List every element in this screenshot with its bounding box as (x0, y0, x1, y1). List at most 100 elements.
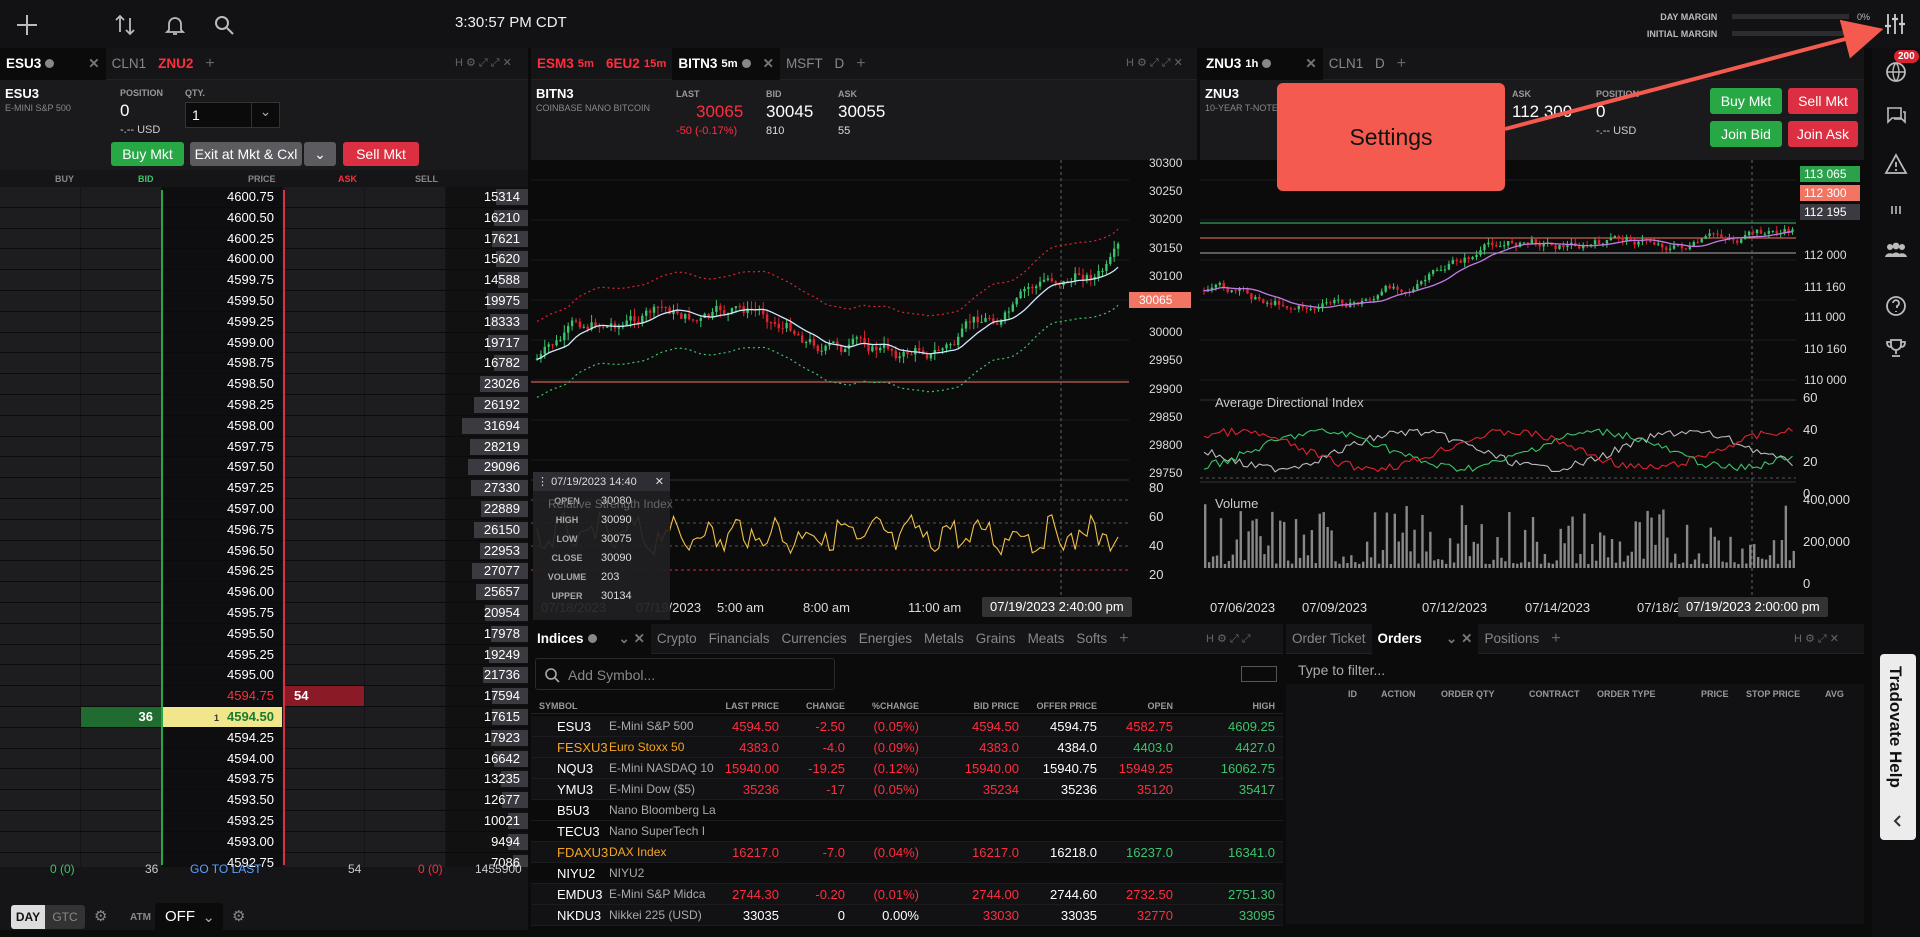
buy-cell[interactable] (0, 478, 80, 498)
ask-cell[interactable] (284, 187, 364, 207)
ask-cell[interactable] (284, 478, 364, 498)
sell-cell[interactable] (365, 561, 445, 582)
ask-cell[interactable] (284, 394, 364, 415)
ask-cell[interactable] (284, 498, 364, 519)
buy-cell[interactable] (0, 311, 80, 332)
tab-controls-icon[interactable]: ⌄ ✕ (619, 623, 645, 655)
sell-cell[interactable] (365, 290, 445, 311)
buy-cell[interactable] (0, 187, 80, 207)
bell-icon[interactable] (160, 10, 190, 40)
col-header[interactable]: OPEN (1147, 701, 1173, 711)
warning-icon[interactable] (1882, 150, 1910, 178)
tab-orders[interactable]: Orders ⌄ ✕ (1371, 622, 1479, 655)
chart2-sell-mkt-button[interactable]: Sell Mkt (1788, 88, 1858, 114)
ladder-row[interactable]: 4593.00 9494 (0, 831, 528, 853)
tab-esm3[interactable]: ESM3 5m (531, 48, 600, 80)
sell-cell[interactable] (365, 249, 445, 270)
sell-cell[interactable] (365, 665, 445, 686)
panel-controls-icon[interactable]: H ⚙ ⤢ ✕ (1794, 632, 1839, 646)
help-side-tab[interactable]: Tradovate Help (1880, 654, 1916, 840)
col-header[interactable]: CONTRACT (1529, 689, 1580, 699)
sell-cell[interactable] (365, 644, 445, 665)
ask-cell[interactable] (284, 332, 364, 353)
panel-controls-icon[interactable]: H ⚙ ⤢ ⤢ ✕ (455, 56, 512, 70)
ladder-row[interactable]: 4599.25 18333 (0, 311, 528, 333)
col-header[interactable]: BID PRICE (973, 701, 1019, 711)
buy-cell[interactable] (0, 644, 80, 665)
chevron-down-icon[interactable]: ⌄ (251, 103, 279, 127)
col-header[interactable]: OFFER PRICE (1036, 701, 1097, 711)
bid-cell[interactable] (81, 394, 161, 415)
tab-energies[interactable]: Energies (853, 624, 918, 654)
bid-cell[interactable] (81, 623, 161, 644)
ask-cell[interactable] (284, 270, 364, 290)
bid-cell[interactable] (81, 498, 161, 519)
help-icon[interactable] (1882, 292, 1910, 320)
bid-cell[interactable] (81, 665, 161, 686)
col-header[interactable]: CHANGE (806, 701, 845, 711)
ladder-row[interactable]: 4600.25 17621 (0, 228, 528, 250)
ladder-row[interactable]: 4593.75 13235 (0, 769, 528, 791)
tab-6eu2[interactable]: 6EU2 15m (600, 48, 672, 80)
col-header[interactable]: LAST PRICE (725, 701, 779, 711)
add-tab-icon[interactable]: + (199, 48, 220, 80)
ladder-row[interactable]: 4598.50 23026 (0, 374, 528, 395)
ladder-row[interactable]: 4594.00 16642 (0, 748, 528, 770)
bid-cell[interactable] (81, 228, 161, 249)
buy-cell[interactable] (0, 353, 80, 374)
search-icon[interactable] (209, 10, 239, 40)
bid-cell[interactable] (81, 644, 161, 665)
ask-cell[interactable] (284, 644, 364, 665)
tab-indices[interactable]: Indices ⌄ ✕ (531, 623, 651, 655)
bid-cell[interactable] (81, 332, 161, 353)
close-icon[interactable]: ✕ (1461, 623, 1472, 655)
add-symbol-input[interactable]: Add Symbol... (535, 658, 835, 690)
bid-cell[interactable] (81, 831, 161, 852)
buy-cell[interactable] (0, 394, 80, 415)
sell-cell[interactable] (365, 478, 445, 498)
ladder-row[interactable]: 4600.50 16210 (0, 207, 528, 229)
bid-cell[interactable] (81, 187, 161, 207)
ladder-row[interactable]: 4596.25 27077 (0, 561, 528, 583)
bid-cell[interactable] (81, 748, 161, 769)
gear-icon[interactable]: ⚙ (232, 907, 245, 925)
ask-cell[interactable] (284, 706, 364, 727)
buy-cell[interactable] (0, 561, 80, 582)
buy-cell[interactable] (0, 540, 80, 561)
tab-grains[interactable]: Grains (970, 624, 1022, 654)
buy-cell[interactable] (0, 519, 80, 540)
tab-softs[interactable]: Softs (1070, 624, 1113, 654)
chat-icon[interactable] (1882, 102, 1910, 130)
bid-cell[interactable] (81, 790, 161, 810)
ladder-row[interactable]: 4600.00 15620 (0, 249, 528, 271)
bid-cell[interactable] (81, 561, 161, 582)
buy-cell[interactable] (0, 582, 80, 602)
ask-cell[interactable] (284, 457, 364, 478)
watchlist-row[interactable]: YMU3 E-Mini Dow ($5) 35236 -17 (0.05%) 35234 3… (531, 779, 1283, 800)
ask-cell[interactable] (284, 665, 364, 686)
view-toggle-icon[interactable] (1241, 666, 1277, 682)
bid-cell[interactable] (81, 478, 161, 498)
bid-cell[interactable] (81, 249, 161, 270)
sell-cell[interactable] (365, 540, 445, 561)
watchlist-row[interactable]: TECU3 Nano SuperTech I (531, 821, 1283, 842)
buy-cell[interactable] (0, 270, 80, 290)
chart2-buy-mkt-button[interactable]: Buy Mkt (1710, 88, 1782, 114)
close-icon[interactable]: ✕ (763, 48, 774, 80)
close-icon[interactable]: ✕ (88, 48, 99, 80)
sell-cell[interactable] (365, 790, 445, 810)
col-header[interactable]: ORDER QTY (1441, 689, 1495, 699)
ladder-row[interactable]: 4597.75 28219 (0, 436, 528, 458)
watchlist-row[interactable]: EMDU3 E-Mini S&P Midca 2744.30 -0.20 (0.01%)… (531, 884, 1283, 905)
ask-cell[interactable] (284, 623, 364, 644)
ladder-row[interactable]: 4599.75 14588 (0, 270, 528, 291)
buy-cell[interactable] (0, 602, 80, 623)
col-header[interactable]: STOP PRICE (1746, 689, 1800, 699)
bid-cell[interactable] (81, 457, 161, 478)
tab-financials[interactable]: Financials (703, 624, 776, 654)
watchlist-row[interactable]: B5U3 Nano Bloomberg La (531, 800, 1283, 821)
sell-cell[interactable] (365, 727, 445, 748)
bid-cell[interactable] (81, 415, 161, 436)
sell-cell[interactable] (365, 457, 445, 478)
buy-cell[interactable] (0, 228, 80, 249)
